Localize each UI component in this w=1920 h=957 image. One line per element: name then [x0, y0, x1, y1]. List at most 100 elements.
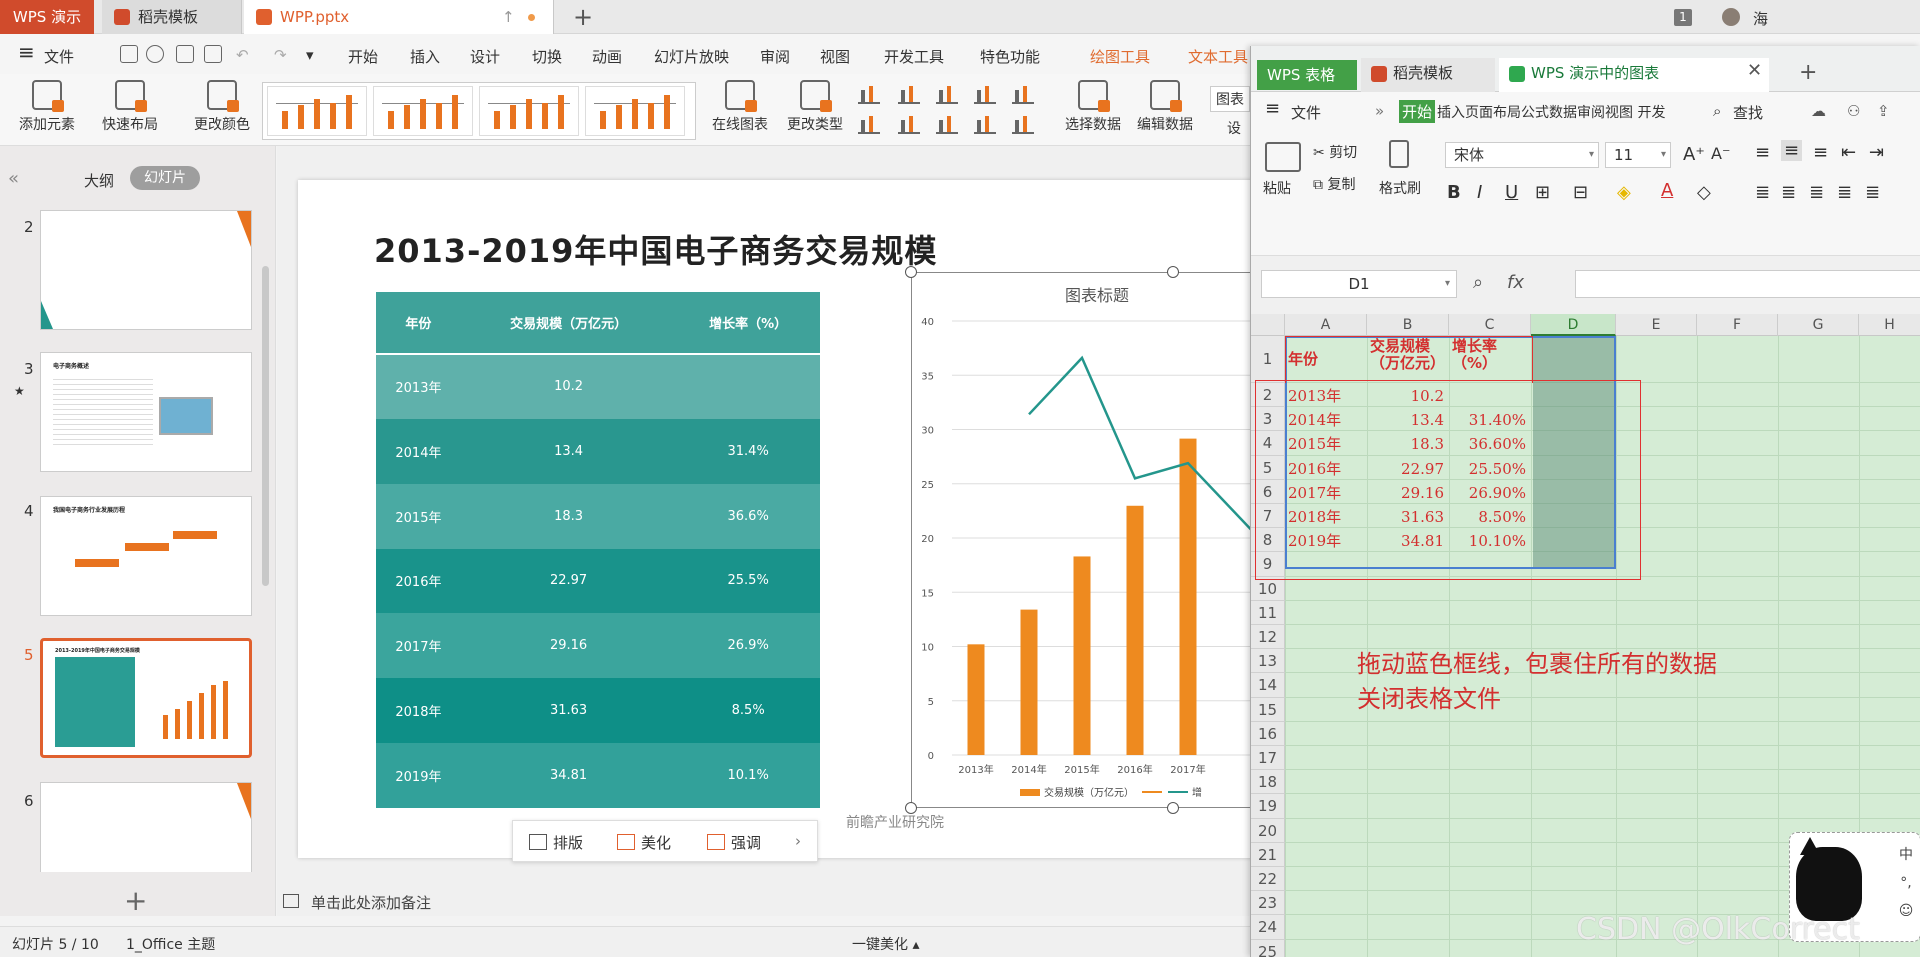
- ime-emoji-label[interactable]: ☺: [1894, 897, 1918, 925]
- area-chart-icon[interactable]: [1012, 86, 1034, 104]
- decrease-font-icon[interactable]: A⁻: [1711, 144, 1730, 163]
- sheet-tab-home[interactable]: 开始: [1399, 100, 1436, 123]
- column-header-g[interactable]: G: [1778, 314, 1859, 336]
- online-chart-button[interactable]: 在线图表: [702, 76, 778, 134]
- align-right-icon[interactable]: ≣: [1809, 182, 1824, 203]
- layout-button[interactable]: 排版: [529, 832, 583, 853]
- slide-thumbnail-3[interactable]: 电子商务概述: [40, 352, 252, 472]
- name-box[interactable]: D1 ▾: [1261, 270, 1457, 298]
- row-header-11[interactable]: 11: [1251, 600, 1285, 625]
- sheet-file-menu[interactable]: 文件: [1291, 102, 1321, 123]
- sheet-app-tab[interactable]: WPS 表格: [1257, 60, 1357, 90]
- thumbnail-scrollbar[interactable]: [262, 266, 269, 586]
- ime-buttons[interactable]: 中 °, ☺: [1894, 841, 1918, 931]
- distribute-icon[interactable]: ≣: [1865, 182, 1880, 203]
- sheet-menu-tabs[interactable]: 插入页面布局公式数据审阅视图 开发: [1437, 102, 1665, 122]
- mail-chart-icon[interactable]: [858, 116, 880, 134]
- quick-layout-button[interactable]: 快速布局: [92, 76, 168, 134]
- column-chart-icon[interactable]: [858, 86, 880, 104]
- chart-style-1[interactable]: [267, 86, 367, 136]
- row-header-21[interactable]: 21: [1251, 842, 1285, 867]
- slide-thumbnail-5[interactable]: 2013-2019年中国电子商务交易规模: [40, 638, 252, 758]
- resize-handle[interactable]: [1167, 266, 1179, 278]
- pie-chart-icon[interactable]: [936, 116, 958, 134]
- change-color-button[interactable]: 更改颜色: [184, 76, 260, 134]
- stock-chart-icon[interactable]: [898, 116, 920, 134]
- notes-placeholder[interactable]: 单击此处添加备注: [311, 892, 431, 913]
- bar-chart-icon[interactable]: [898, 86, 920, 104]
- align-bottom-icon[interactable]: ≡: [1813, 142, 1828, 163]
- resize-handle[interactable]: [905, 802, 917, 814]
- new-tab-button[interactable]: +: [568, 0, 598, 34]
- row-header-18[interactable]: 18: [1251, 770, 1285, 795]
- row-header-25[interactable]: 25: [1251, 939, 1285, 957]
- print-preview-icon[interactable]: [204, 45, 222, 63]
- one-click-beautify-button[interactable]: 一键美化 ▴: [852, 934, 919, 954]
- paste-button[interactable]: 粘贴: [1263, 178, 1291, 198]
- table-row[interactable]: 2019年 34.81 10.1%: [376, 743, 820, 808]
- line-chart-icon[interactable]: [936, 86, 958, 104]
- table-row[interactable]: 2015年 18.3 36.6%: [376, 483, 820, 549]
- tab-text-tools[interactable]: 文本工具: [1188, 46, 1248, 67]
- underline-icon[interactable]: U: [1505, 182, 1518, 203]
- format-painter-button[interactable]: 格式刷: [1379, 178, 1421, 198]
- select-all-corner[interactable]: [1251, 314, 1285, 336]
- row-header-10[interactable]: 10: [1251, 576, 1285, 601]
- scatter-chart-icon[interactable]: [974, 116, 996, 134]
- chart-style-2[interactable]: [373, 86, 473, 136]
- tab-animation[interactable]: 动画: [592, 46, 622, 67]
- increase-font-icon[interactable]: A⁺: [1683, 144, 1705, 165]
- avatar[interactable]: [1722, 8, 1740, 26]
- row-header-13[interactable]: 13: [1251, 649, 1285, 674]
- slide-thumbnail-4[interactable]: 我国电子商务行业发展历程: [40, 496, 252, 616]
- column-header-e[interactable]: E: [1616, 314, 1697, 336]
- column-header-c[interactable]: C: [1449, 314, 1531, 336]
- export-icon[interactable]: [146, 45, 164, 63]
- chart-elements-button[interactable]: 图表: [1210, 86, 1250, 112]
- table-row[interactable]: 2014年 13.4 31.4%: [376, 418, 820, 484]
- select-data-button[interactable]: 选择数据: [1060, 76, 1126, 134]
- tab-design[interactable]: 设计: [470, 46, 500, 67]
- undo-icon[interactable]: ↶: [236, 46, 249, 64]
- chevron-right-icon[interactable]: ›: [795, 832, 801, 850]
- row-header-24[interactable]: 24: [1251, 915, 1285, 940]
- align-top-icon[interactable]: ≡: [1755, 142, 1770, 163]
- tab-home[interactable]: 开始: [348, 46, 378, 67]
- resize-handle[interactable]: [1167, 802, 1179, 814]
- column-header-b[interactable]: B: [1367, 314, 1449, 336]
- column-header-d[interactable]: D: [1531, 314, 1616, 336]
- redo-icon[interactable]: ↷: [274, 46, 287, 64]
- resize-handle[interactable]: [905, 266, 917, 278]
- row-header-12[interactable]: 12: [1251, 625, 1285, 650]
- insert-function-icon[interactable]: fx: [1507, 272, 1524, 293]
- italic-icon[interactable]: I: [1477, 182, 1482, 203]
- align-middle-icon[interactable]: ≡: [1781, 140, 1803, 161]
- chart-style-4[interactable]: [585, 86, 685, 136]
- row-header-22[interactable]: 22: [1251, 867, 1285, 892]
- print-icon[interactable]: [176, 45, 194, 63]
- tab-special[interactable]: 特色功能: [980, 46, 1040, 67]
- tab-transition[interactable]: 切换: [532, 46, 562, 67]
- align-center-icon[interactable]: ≣: [1781, 182, 1796, 203]
- column-header-h[interactable]: H: [1859, 314, 1920, 336]
- font-color-icon[interactable]: A: [1661, 180, 1673, 201]
- row-header-20[interactable]: 20: [1251, 818, 1285, 843]
- beautify-button[interactable]: 美化: [617, 832, 671, 853]
- new-tab-button[interactable]: +: [1799, 60, 1817, 85]
- cloud-icon[interactable]: ☁: [1811, 102, 1826, 120]
- row-header-15[interactable]: 15: [1251, 697, 1285, 722]
- sheet-doc-tab-chart[interactable]: WPS 演示中的图表: [1499, 58, 1769, 92]
- row-header-1[interactable]: 1: [1251, 336, 1285, 383]
- app-name-tab[interactable]: WPS 演示: [0, 0, 94, 34]
- tab-developer[interactable]: 开发工具: [884, 46, 944, 67]
- row-header-17[interactable]: 17: [1251, 746, 1285, 771]
- notes-bar[interactable]: 单击此处添加备注: [277, 888, 1277, 916]
- combo-chart-icon[interactable]: [1012, 116, 1034, 134]
- more-icon[interactable]: »: [1375, 102, 1384, 120]
- sheet-doc-tab-template[interactable]: 稻壳模板: [1361, 58, 1495, 92]
- font-family-select[interactable]: 宋体 ▾: [1445, 142, 1599, 168]
- align-left-icon[interactable]: ≣: [1755, 182, 1770, 203]
- cut-button[interactable]: ✂ 剪切: [1313, 142, 1357, 162]
- save-icon[interactable]: [120, 45, 138, 63]
- slide-title[interactable]: 2013-2019年中国电子商务交易规模: [374, 226, 937, 272]
